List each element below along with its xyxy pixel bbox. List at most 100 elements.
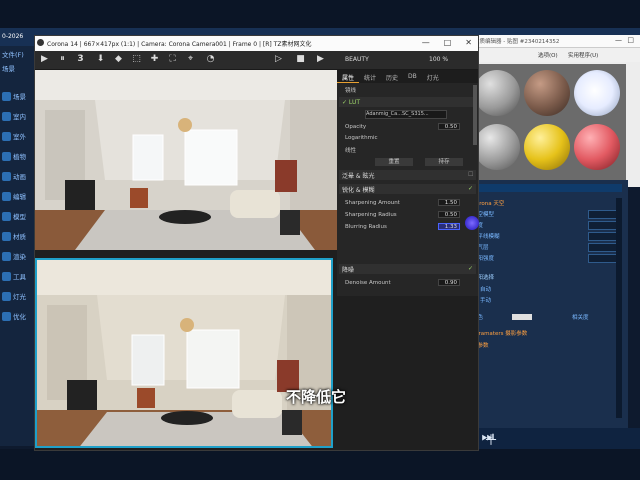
color-row[interactable]: 颜色相关度 bbox=[472, 312, 624, 322]
vfb-window-controls: — □ ✕ bbox=[422, 38, 472, 47]
bloom-checkbox[interactable]: ☐ bbox=[468, 172, 474, 178]
left-menu-item[interactable]: 优化 bbox=[2, 310, 32, 322]
left-menu-item[interactable]: 文件(F) bbox=[2, 48, 32, 60]
render-image-top[interactable] bbox=[35, 70, 337, 250]
material-menu-bar: 选项(O) 实用程序(U) bbox=[468, 48, 640, 62]
left-menu-item[interactable]: 场景 bbox=[2, 90, 32, 102]
zoom-select[interactable]: 100 % bbox=[429, 56, 448, 63]
sharpen-section[interactable]: 锐化 & 模糊 ✓ bbox=[339, 184, 476, 194]
lut-file-row[interactable]: Adanmig_Ca...SC_S315... bbox=[345, 110, 470, 119]
add-key-icon[interactable]: ＋ bbox=[484, 430, 498, 450]
material-editor-title-bar: 材质编辑器 - 贴图 #2340214352 — □ bbox=[468, 35, 640, 48]
close-icon[interactable]: ✕ bbox=[465, 38, 472, 47]
color-swatch[interactable] bbox=[512, 314, 532, 320]
lut-file-select[interactable]: Adanmig_Ca...SC_S315... bbox=[365, 110, 447, 119]
sky-model-row[interactable]: 天空模型 bbox=[472, 209, 624, 219]
render-icon bbox=[2, 251, 11, 261]
erase-icon[interactable]: ◆ bbox=[113, 54, 124, 65]
lut-section[interactable]: ✓ LUT bbox=[339, 97, 476, 107]
denoise-amount-row[interactable]: Denoise Amount 0.90 bbox=[345, 278, 470, 287]
pass-limit[interactable]: 3 bbox=[75, 54, 86, 65]
panel-scrollbar[interactable] bbox=[473, 85, 477, 145]
sun-manual-radio[interactable]: 手动 bbox=[472, 295, 624, 305]
blur-radius-row[interactable]: Blurring Radius 1.33 bbox=[345, 222, 470, 231]
menu-options[interactable]: 选项(O) bbox=[538, 51, 558, 59]
left-menu-item[interactable]: 灯光 bbox=[2, 290, 32, 302]
atmosphere-row[interactable]: 大气层 bbox=[472, 242, 624, 252]
max-title: 0-2026 bbox=[2, 33, 24, 40]
blur-radius-value[interactable]: 1.33 bbox=[438, 223, 460, 230]
material-sphere[interactable] bbox=[524, 70, 570, 116]
left-menu-item[interactable]: 室内 bbox=[2, 110, 32, 122]
render-image-bottom[interactable] bbox=[35, 258, 333, 448]
history-icon[interactable]: ◔ bbox=[205, 54, 216, 65]
pause-icon[interactable]: ⏸ bbox=[57, 54, 68, 65]
region-icon[interactable]: ⬚ bbox=[131, 54, 142, 65]
material-sphere[interactable] bbox=[574, 70, 620, 116]
denoise-amount-value[interactable]: 0.90 bbox=[438, 279, 460, 286]
reset-button[interactable]: 重置 bbox=[375, 157, 413, 166]
sun-section: 太阳选择 bbox=[472, 275, 495, 281]
left-menu-item[interactable]: 编辑 bbox=[2, 190, 32, 202]
status-bar bbox=[0, 449, 640, 480]
play-icon[interactable]: ▷ bbox=[273, 54, 284, 65]
focus-icon[interactable]: ⌖ bbox=[185, 54, 196, 65]
sharpen-radius-value[interactable]: 0.50 bbox=[438, 211, 460, 218]
bloom-section[interactable]: 泛晕 & 眩光 ☐ bbox=[339, 170, 476, 180]
opacity-row[interactable]: Opacity 0.50 bbox=[345, 122, 470, 131]
minimize-icon[interactable]: — bbox=[615, 36, 622, 44]
sharpen-amount-value[interactable]: 1.50 bbox=[438, 199, 460, 206]
denoise-checkbox[interactable]: ✓ bbox=[468, 266, 474, 272]
horizon-blur-row[interactable]: 地平线模糊 bbox=[472, 231, 624, 241]
maximize-icon[interactable]: □ bbox=[627, 36, 634, 44]
tab-properties[interactable]: 属性 bbox=[337, 70, 360, 83]
vfb-title: Corona 14 | 667×417px (1:1) | Camera: Co… bbox=[47, 41, 312, 48]
maximize-icon[interactable]: □ bbox=[444, 38, 452, 47]
left-menu-item[interactable]: 植物 bbox=[2, 150, 32, 162]
sharpen-checkbox[interactable]: ✓ bbox=[468, 186, 474, 192]
logarithmic-row[interactable]: Logarithmic bbox=[345, 133, 470, 142]
pick-icon[interactable]: ✚ bbox=[149, 54, 160, 65]
render-dropdown-icon[interactable]: ▶ bbox=[315, 54, 326, 65]
material-sphere[interactable] bbox=[524, 124, 570, 170]
save-icon[interactable]: ⬇ bbox=[95, 54, 106, 65]
material-sphere[interactable] bbox=[474, 70, 520, 116]
minimize-icon[interactable]: — bbox=[422, 38, 430, 47]
stop-icon[interactable]: ■ bbox=[295, 54, 306, 65]
left-menu-item[interactable]: 材质 bbox=[2, 230, 32, 242]
intensity-row[interactable]: 强度 bbox=[472, 220, 624, 230]
top-screen-strip bbox=[0, 0, 640, 28]
sharpen-radius-row[interactable]: Sharpening Radius 0.50 bbox=[345, 210, 470, 219]
animation-icon bbox=[2, 171, 11, 181]
save-button[interactable]: 持存 bbox=[425, 157, 463, 166]
left-menu-item[interactable]: 渲染 bbox=[2, 250, 32, 262]
material-sphere[interactable] bbox=[574, 124, 620, 170]
sharpen-amount-row[interactable]: Sharpening Amount 1.50 bbox=[345, 198, 470, 207]
left-menu-item[interactable]: 室外 bbox=[2, 130, 32, 142]
scene-icon bbox=[2, 91, 11, 101]
channel-select[interactable]: BEAUTY bbox=[345, 56, 369, 63]
menu-utilities[interactable]: 实用程序(U) bbox=[568, 51, 598, 59]
fit-icon[interactable]: ⛶ bbox=[167, 54, 178, 65]
tab-stats[interactable]: 统计 bbox=[359, 70, 381, 83]
panel-tabs: 属性 统计 历史 DB 灯光 bbox=[337, 70, 478, 83]
tab-history[interactable]: 历史 bbox=[381, 70, 403, 83]
exterior-icon bbox=[2, 131, 11, 141]
tab-db[interactable]: DB bbox=[403, 70, 422, 83]
cursor-highlight bbox=[465, 216, 479, 230]
denoise-section[interactable]: 降噪 ✓ bbox=[339, 264, 476, 274]
opacity-value[interactable]: 0.50 bbox=[438, 123, 460, 130]
left-menu-item[interactable]: 场景 bbox=[2, 62, 32, 74]
left-menu-item[interactable]: 动画 bbox=[2, 170, 32, 182]
tab-lights[interactable]: 灯光 bbox=[422, 70, 444, 83]
sun-intensity-row[interactable]: 太阳强度 bbox=[472, 253, 624, 263]
left-menu-item[interactable]: 模型 bbox=[2, 210, 32, 222]
material-sphere[interactable] bbox=[474, 124, 520, 170]
panel-scrollbar[interactable] bbox=[616, 198, 622, 418]
left-menu-item[interactable]: 工具 bbox=[2, 270, 32, 282]
panel-toolbar bbox=[472, 184, 622, 192]
render-icon[interactable]: ▶ bbox=[39, 54, 50, 65]
interior-render bbox=[35, 70, 337, 250]
sun-auto-radio[interactable]: 自动 bbox=[472, 284, 624, 294]
plant-icon bbox=[2, 151, 11, 161]
